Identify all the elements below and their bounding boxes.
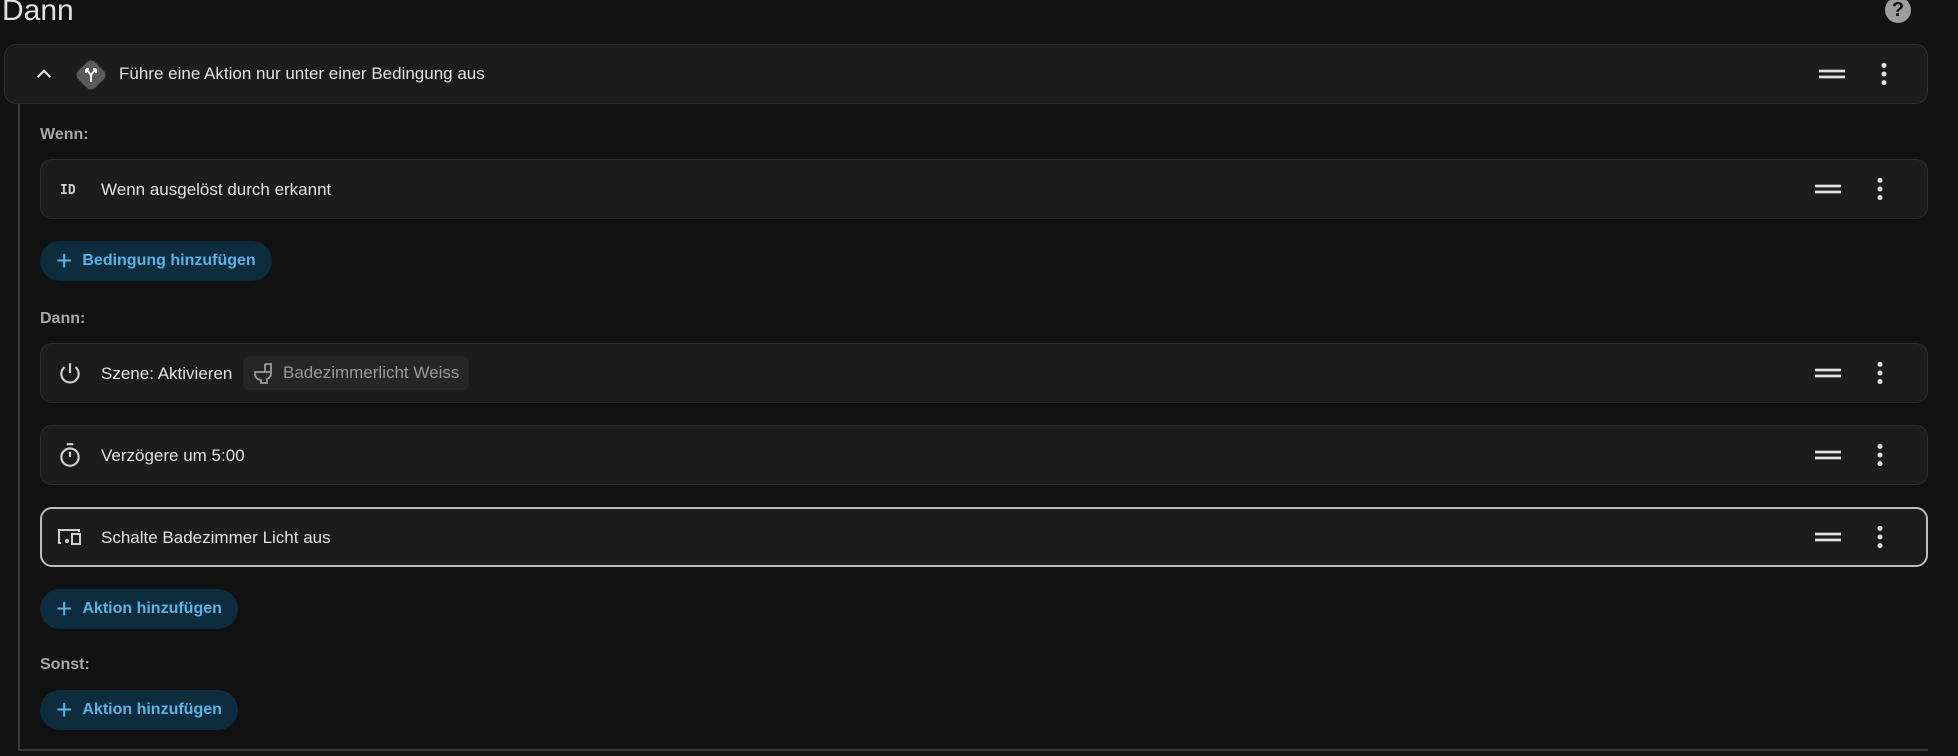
id-icon: ID bbox=[60, 183, 76, 198]
action-row-selected[interactable]: Schalte Badezimmer Licht aus bbox=[40, 507, 1928, 567]
action-row[interactable]: Szene: Aktivieren Badezimmerlicht Weiss bbox=[40, 343, 1928, 403]
action-text: Szene: Aktivieren bbox=[101, 364, 233, 383]
more-vertical-icon[interactable] bbox=[1867, 360, 1893, 386]
choose-action-title: Führe eine Aktion nur unter einer Beding… bbox=[119, 64, 485, 83]
action-row[interactable]: Verzögere um 5:00 bbox=[40, 425, 1928, 485]
add-else-action-button[interactable]: + Aktion hinzufügen bbox=[40, 690, 238, 730]
chevron-up-icon[interactable] bbox=[31, 61, 57, 87]
add-action-label: Aktion hinzufügen bbox=[82, 600, 222, 617]
conditions-label: Wenn: bbox=[40, 126, 89, 143]
plus-icon: + bbox=[56, 694, 73, 725]
entity-chip[interactable]: Badezimmerlicht Weiss bbox=[243, 356, 470, 390]
timer-icon bbox=[60, 443, 80, 467]
action-text: Schalte Badezimmer Licht aus bbox=[101, 528, 331, 547]
drag-handle-icon[interactable] bbox=[1815, 176, 1841, 202]
drag-handle-icon[interactable] bbox=[1815, 442, 1841, 468]
plus-icon: + bbox=[56, 245, 73, 276]
entity-name: Badezimmerlicht Weiss bbox=[283, 363, 460, 382]
then-label: Dann: bbox=[40, 310, 86, 327]
drag-handle-icon[interactable] bbox=[1815, 360, 1841, 386]
help-circle-icon[interactable]: ? bbox=[1885, 0, 1911, 23]
add-condition-label: Bedingung hinzufügen bbox=[82, 252, 256, 269]
else-label: Sonst: bbox=[40, 656, 90, 673]
drag-handle-icon[interactable] bbox=[1815, 524, 1841, 550]
condition-row[interactable]: ID Wenn ausgelöst durch erkannt bbox=[40, 159, 1928, 219]
drag-handle-icon[interactable] bbox=[1819, 61, 1845, 87]
plus-icon: + bbox=[56, 593, 73, 624]
more-vertical-icon[interactable] bbox=[1867, 524, 1893, 550]
condition-text: Wenn ausgelöst durch erkannt bbox=[101, 180, 332, 199]
power-icon bbox=[60, 363, 80, 384]
add-condition-button[interactable]: + Bedingung hinzufügen bbox=[40, 241, 272, 281]
add-action-button[interactable]: + Aktion hinzufügen bbox=[40, 589, 238, 629]
action-text: Verzögere um 5:00 bbox=[101, 446, 245, 465]
source-branch-icon bbox=[76, 60, 106, 90]
section-title: Dann bbox=[2, 0, 74, 27]
more-vertical-icon[interactable] bbox=[1867, 442, 1893, 468]
more-vertical-icon[interactable] bbox=[1871, 61, 1897, 87]
devices-icon bbox=[58, 529, 81, 545]
more-vertical-icon[interactable] bbox=[1867, 176, 1893, 202]
choose-action-card[interactable]: Führe eine Aktion nur unter einer Beding… bbox=[4, 44, 1928, 104]
add-else-action-label: Aktion hinzufügen bbox=[82, 701, 222, 718]
toilet-icon bbox=[254, 363, 272, 384]
svg-text:ID: ID bbox=[60, 183, 76, 198]
